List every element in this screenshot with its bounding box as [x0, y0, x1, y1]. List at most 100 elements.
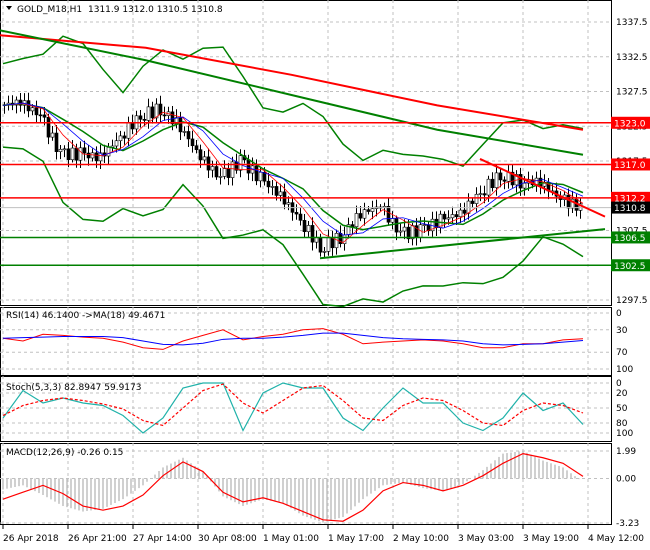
- candle: [386, 205, 391, 223]
- candle: [462, 209, 467, 214]
- macd-panel[interactable]: [2, 450, 584, 523]
- candle: [354, 213, 359, 228]
- candle: [522, 182, 527, 189]
- candle: [186, 131, 191, 140]
- ohlc-label: 1311.9 1312.0 1310.5 1310.8: [88, 5, 223, 15]
- y-tick-label: -3.23: [616, 519, 639, 529]
- y-tick-label: 0: [616, 379, 622, 389]
- candle: [206, 156, 211, 171]
- y-tick-label: 50: [616, 404, 628, 414]
- candle: [182, 131, 187, 133]
- candle: [370, 208, 375, 212]
- candle: [482, 193, 487, 196]
- candle: [94, 152, 99, 162]
- y-tick-label: 20: [616, 389, 628, 399]
- rsi-panel[interactable]: [2, 328, 584, 350]
- x-tick-label: 1 May 17:00: [328, 534, 384, 544]
- candle: [222, 168, 227, 177]
- candle: [326, 237, 331, 252]
- candle: [90, 152, 95, 159]
- candle: [66, 148, 71, 161]
- ma-long-green: [0, 29, 584, 156]
- y-tick-label: 1.99: [616, 447, 636, 457]
- level-label: 1323.0: [614, 119, 646, 129]
- candle: [178, 117, 183, 133]
- candle: [162, 114, 167, 117]
- stoch-label: Stoch(5,3,3) 82.8947 59.9173: [6, 383, 141, 393]
- candle: [146, 106, 151, 121]
- y-tick-label: 30: [616, 326, 628, 336]
- candle: [302, 220, 307, 233]
- candle: [142, 119, 147, 121]
- candle: [566, 194, 571, 209]
- y-tick-label: 0.00: [616, 474, 636, 484]
- candle: [214, 166, 219, 178]
- symbol-label: GOLD_M18,H1: [17, 5, 82, 15]
- candle: [190, 138, 195, 147]
- candle: [294, 212, 299, 215]
- macd-signal-line: [2, 452, 584, 522]
- candle: [38, 114, 43, 117]
- candle: [194, 145, 199, 150]
- candle: [298, 213, 303, 221]
- level-label: 1306.5: [614, 234, 646, 244]
- x-tick-label: 30 Apr 08:00: [198, 534, 257, 544]
- candle: [490, 178, 495, 189]
- y-tick-label: 100: [616, 429, 633, 439]
- candle: [58, 148, 63, 152]
- candle: [42, 114, 47, 118]
- x-tick-label: 2 May 10:00: [393, 534, 449, 544]
- y-tick-label: 1297.5: [616, 296, 648, 306]
- candle: [474, 193, 479, 204]
- candle: [498, 172, 503, 181]
- rsi-series-line: [2, 328, 584, 350]
- candle: [54, 132, 59, 152]
- candle: [122, 135, 127, 139]
- current-price-label: 1310.8: [614, 204, 646, 214]
- trading-chart[interactable]: 26 Apr 2018 26 Apr 21:00 27 Apr 14:00 30 Ap…: [0, 0, 650, 550]
- rsi-series-line: [2, 332, 584, 346]
- x-tick-label: 3 May 19:00: [523, 534, 579, 544]
- price-panel[interactable]: [0, 29, 611, 308]
- candle: [278, 191, 283, 196]
- candle: [226, 168, 231, 178]
- candle: [310, 225, 315, 243]
- candle: [478, 193, 483, 195]
- candle: [458, 209, 463, 218]
- candle: [198, 149, 203, 161]
- candle: [454, 214, 459, 218]
- candle: [126, 122, 131, 139]
- candle: [210, 166, 215, 171]
- candle: [218, 176, 223, 178]
- candle: [202, 156, 207, 161]
- candle: [322, 251, 327, 253]
- candle: [450, 214, 455, 219]
- x-tick-label: 26 Apr 21:00: [68, 534, 127, 544]
- candle: [130, 122, 135, 130]
- candle: [446, 217, 451, 220]
- y-tick-label: 80: [616, 419, 628, 429]
- y-tick-label: 70: [616, 348, 628, 358]
- y-tick-label: 0: [616, 309, 622, 319]
- candle: [30, 107, 35, 112]
- candle: [538, 177, 543, 187]
- candle: [330, 237, 335, 249]
- candle: [118, 135, 123, 142]
- dropdown-triangle-icon[interactable]: [6, 6, 12, 10]
- candle: [34, 107, 39, 116]
- macd-label: MACD(12,26,9) -0.26 0.15: [6, 448, 123, 458]
- candle: [46, 116, 51, 138]
- candle: [74, 147, 79, 161]
- candle: [106, 147, 111, 157]
- candle: [246, 159, 251, 174]
- candle: [306, 225, 311, 233]
- candle: [494, 172, 499, 189]
- candle: [486, 178, 491, 196]
- candle: [270, 186, 275, 188]
- candle: [358, 213, 363, 219]
- candle: [258, 171, 263, 182]
- y-tick-label: 1327.5: [616, 88, 648, 98]
- candle: [86, 152, 91, 159]
- candle: [138, 115, 143, 120]
- candle: [366, 209, 371, 212]
